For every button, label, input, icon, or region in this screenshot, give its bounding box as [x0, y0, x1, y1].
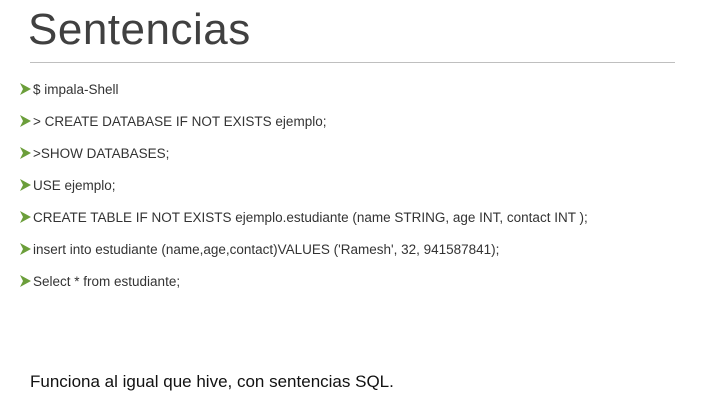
bullet-text: CREATE TABLE IF NOT EXISTS ejemplo.estud…	[33, 209, 588, 225]
arrowhead-bullet-icon	[20, 179, 31, 191]
bullet-text: $ impala-Shell	[33, 81, 119, 97]
bullet-list: $ impala-Shell > CREATE DATABASE IF NOT …	[20, 73, 710, 297]
bullet-text: >SHOW DATABASES;	[33, 145, 170, 161]
slide-title: Sentencias	[28, 5, 251, 54]
arrowhead-bullet-icon	[20, 115, 31, 127]
bullet-item: $ impala-Shell	[20, 73, 710, 105]
arrowhead-bullet-icon	[20, 147, 31, 159]
arrowhead-bullet-icon	[20, 211, 31, 223]
bullet-text: insert into estudiante (name,age,contact…	[33, 241, 500, 257]
arrowhead-bullet-icon	[20, 275, 31, 287]
bullet-item: >SHOW DATABASES;	[20, 137, 710, 169]
bullet-text: > CREATE DATABASE IF NOT EXISTS ejemplo;	[33, 113, 327, 129]
slide: Sentencias $ impala-Shell > CREATE DATAB…	[0, 0, 725, 418]
bullet-text: USE ejemplo;	[33, 177, 116, 193]
bullet-item: insert into estudiante (name,age,contact…	[20, 233, 710, 265]
bullet-item: CREATE TABLE IF NOT EXISTS ejemplo.estud…	[20, 201, 710, 233]
bullet-item: USE ejemplo;	[20, 169, 710, 201]
bullet-text: Select * from estudiante;	[33, 273, 181, 289]
title-divider	[30, 62, 675, 63]
arrowhead-bullet-icon	[20, 243, 31, 255]
bullet-item: Select * from estudiante;	[20, 265, 710, 297]
bullet-item: > CREATE DATABASE IF NOT EXISTS ejemplo;	[20, 105, 710, 137]
footer-note: Funciona al igual que hive, con sentenci…	[30, 372, 394, 391]
arrowhead-bullet-icon	[20, 83, 31, 95]
